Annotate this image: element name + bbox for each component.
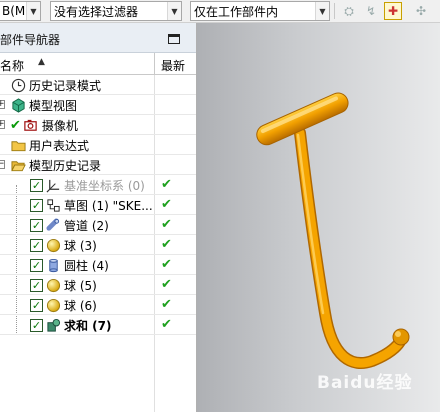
visibility-check-icon[interactable]: ✔ xyxy=(10,118,21,133)
datum-csys-icon xyxy=(45,177,61,193)
scope-value: 仅在工作部件内 xyxy=(194,4,279,19)
chevron-down-icon: ▼ xyxy=(167,2,181,20)
visibility-checkbox[interactable]: ✓ xyxy=(30,178,43,192)
hook-model xyxy=(256,92,410,369)
tree-row[interactable]: ✓ 管道 (2) ✔ xyxy=(0,215,196,235)
latest-check-icon: ✔ xyxy=(161,177,172,192)
tree-row[interactable]: ✓ 基准坐标系 (0) ✔ xyxy=(0,175,196,195)
snap-point-icon[interactable]: ↯ xyxy=(362,2,380,20)
tree-item-label: 求和 (7) xyxy=(64,318,112,333)
tree-row[interactable]: ✓ 草图 (1) "SKE... ✔ xyxy=(0,195,196,215)
tube-icon xyxy=(45,217,61,233)
visibility-checkbox[interactable]: ✓ xyxy=(30,198,43,212)
collapse-icon[interactable]: − xyxy=(0,160,5,169)
tree-row[interactable]: + ✔ 摄像机 xyxy=(0,115,196,135)
latest-check-icon: ✔ xyxy=(161,197,172,212)
column-name-header[interactable]: 名称 xyxy=(0,57,24,74)
scope-dropdown[interactable]: 仅在工作部件内 ▼ xyxy=(190,1,330,21)
tree-item-label: 管道 (2) xyxy=(64,218,109,233)
visibility-checkbox[interactable]: ✓ xyxy=(30,318,43,332)
tree-row[interactable]: 历史记录模式 xyxy=(0,75,196,95)
tree-item-label: 模型历史记录 xyxy=(29,158,102,173)
latest-check-icon: ✔ xyxy=(161,277,172,292)
latest-check-icon: ✔ xyxy=(161,217,172,232)
toolbar-separator xyxy=(334,3,335,19)
tree-row[interactable]: ✓ 球 (3) ✔ xyxy=(0,235,196,255)
visibility-checkbox[interactable]: ✓ xyxy=(30,298,43,312)
folder-icon xyxy=(10,137,26,153)
graphics-viewport[interactable]: Baidu经验 xyxy=(197,23,440,412)
visibility-checkbox[interactable]: ✓ xyxy=(30,278,43,292)
navigator-title: 部件导航器 xyxy=(0,33,61,47)
column-header: 名称 ▲ 最新 xyxy=(0,53,196,75)
visibility-checkbox[interactable]: ✓ xyxy=(30,258,43,272)
chevron-down-icon: ▼ xyxy=(26,2,40,20)
tree-item-label: 球 (5) xyxy=(64,278,97,293)
latest-check-icon: ✔ xyxy=(161,257,172,272)
tree-item-label: 摄像机 xyxy=(41,118,78,133)
chevron-down-icon: ▼ xyxy=(315,2,329,20)
maximize-icon[interactable] xyxy=(168,34,180,44)
point-dropdown-icon[interactable]: ✣ xyxy=(412,2,430,20)
tree-row[interactable]: ✓ 球 (6) ✔ xyxy=(0,295,196,315)
latest-check-icon: ✔ xyxy=(161,317,172,332)
tree-row[interactable]: ✓ 球 (5) ✔ xyxy=(0,275,196,295)
sphere-icon xyxy=(45,277,61,293)
sphere-icon xyxy=(45,237,61,253)
tree-item-label: 球 (6) xyxy=(64,298,97,313)
tree-item-label: 基准坐标系 (0) xyxy=(64,178,145,193)
tree-item-label: 用户表达式 xyxy=(29,138,90,153)
select-feature-icon[interactable]: ⛭ xyxy=(340,2,358,20)
tree-item-label: 球 (3) xyxy=(64,238,97,253)
navigator-header: 部件导航器 xyxy=(0,23,196,53)
clock-icon xyxy=(10,77,26,93)
selection-filter-dropdown[interactable]: 没有选择过滤器 ▼ xyxy=(50,1,182,21)
sort-ascending-icon: ▲ xyxy=(38,57,45,67)
part-navigator: 部件导航器 名称 ▲ 最新 历史记录模式 + 模型视图 + ✔ 摄像机 用户表达… xyxy=(0,23,197,412)
latest-check-icon: ✔ xyxy=(161,297,172,312)
menu-dropdown[interactable]: B(M) ▼ xyxy=(0,1,41,21)
camera-icon xyxy=(23,117,39,133)
model-view-icon xyxy=(10,97,26,113)
selection-filter-value: 没有选择过滤器 xyxy=(54,4,139,19)
expand-icon[interactable]: + xyxy=(0,100,5,109)
tree-item-label: 历史记录模式 xyxy=(29,78,102,93)
visibility-checkbox[interactable]: ✓ xyxy=(30,218,43,232)
open-folder-icon xyxy=(10,157,26,173)
top-toolbar: B(M) ▼ 没有选择过滤器 ▼ 仅在工作部件内 ▼ ⛭ ↯ ✚ ✣ xyxy=(0,0,440,23)
expand-icon[interactable]: + xyxy=(0,120,5,129)
tree-item-label: 草图 (1) "SKE... xyxy=(64,198,153,213)
sketch-icon xyxy=(45,197,61,213)
tree-row[interactable]: ✓ 圆柱 (4) ✔ xyxy=(0,255,196,275)
tree-item-label: 圆柱 (4) xyxy=(64,258,109,273)
navigator-tree: 历史记录模式 + 模型视图 + ✔ 摄像机 用户表达式 − 模型历史记录 ✓ 基… xyxy=(0,75,196,335)
latest-check-icon: ✔ xyxy=(161,237,172,252)
tree-row[interactable]: − 模型历史记录 xyxy=(0,155,196,175)
sphere-icon xyxy=(45,297,61,313)
watermark: Baidu经验 xyxy=(317,373,413,393)
tree-row[interactable]: ✓ 求和 (7) ✔ xyxy=(0,315,196,335)
column-latest-header[interactable]: 最新 xyxy=(161,57,185,74)
visibility-checkbox[interactable]: ✓ xyxy=(30,238,43,252)
tree-row[interactable]: 用户表达式 xyxy=(0,135,196,155)
column-divider[interactable] xyxy=(154,53,155,75)
unite-icon xyxy=(45,317,61,333)
tree-item-label: 模型视图 xyxy=(29,98,78,113)
tree-row[interactable]: + 模型视图 xyxy=(0,95,196,115)
snap-active-icon[interactable]: ✚ xyxy=(384,2,402,20)
cylinder-icon xyxy=(45,257,61,273)
